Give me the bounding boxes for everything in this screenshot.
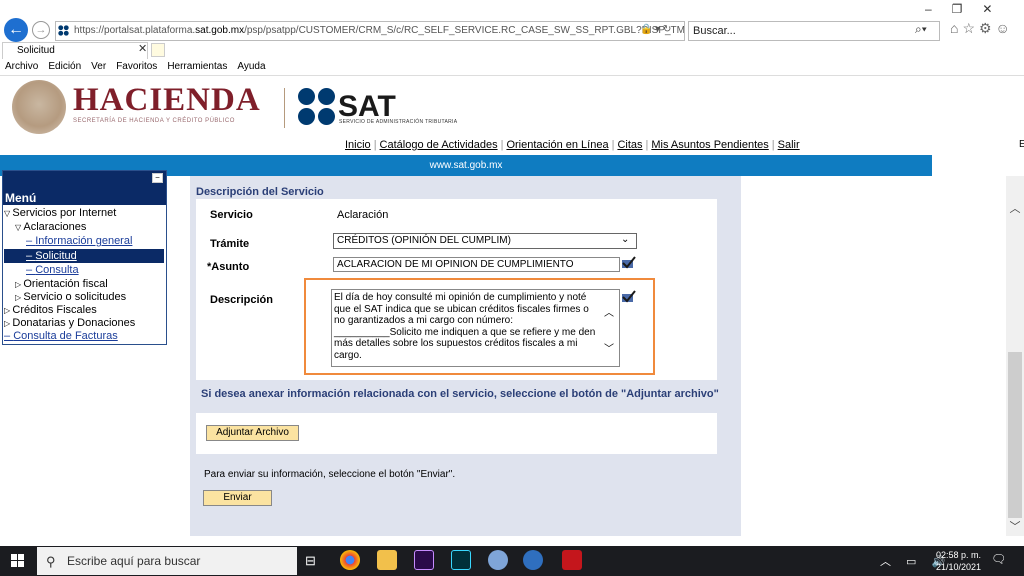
hacienda-subtitle: SECRETARÍA DE HACIENDA Y CRÉDITO PÚBLICO (73, 118, 235, 124)
spellcheck-icon[interactable] (620, 290, 636, 304)
sidebar-item-creditos[interactable]: ▷ Créditos Fiscales (4, 304, 97, 317)
home-star-gear-icons[interactable]: ⌂☆⚙☺ (950, 20, 1014, 37)
collapse-icon[interactable]: − (152, 173, 163, 183)
address-bar[interactable]: https://portalsat.plataforma.sat.gob.mx/… (55, 21, 685, 41)
menu-herramientas[interactable]: Herramientas (162, 59, 232, 75)
sat-logo-icon (298, 88, 336, 126)
task-view-icon[interactable]: ⊟ (305, 553, 316, 569)
descripcion-label: Descripción (210, 294, 273, 306)
enviar-button[interactable]: Enviar (203, 490, 272, 506)
menu-favoritos[interactable]: Favoritos (111, 59, 162, 75)
sidebar-item-solicitud[interactable]: – Solicitud (26, 250, 77, 263)
sidebar-item-servicios[interactable]: ▽ Servicios por Internet (4, 207, 116, 220)
search-icon: ⚲ (46, 554, 56, 569)
descripcion-textarea[interactable]: El día de hoy consulté mi opinión de cum… (331, 289, 620, 367)
nav-catalogo[interactable]: Catálogo de Actividades (380, 139, 498, 151)
browser-menubar: Archivo Edición Ver Favoritos Herramientas Ay… (0, 59, 1024, 76)
window-controls[interactable]: –❐✕ (925, 2, 1013, 16)
refresh-icon[interactable]: 🔒 ▾ ↻ (640, 24, 671, 35)
menu-ayuda[interactable]: Ayuda (232, 59, 270, 75)
taskbar-search-input[interactable]: Escribe aquí para buscar (37, 547, 297, 575)
acrobat-icon[interactable] (562, 550, 582, 570)
premiere-icon[interactable] (414, 550, 434, 570)
menu-archivo[interactable]: Archivo (0, 59, 43, 75)
menu-edicion[interactable]: Edición (43, 59, 86, 75)
mexico-seal-logo (12, 80, 66, 134)
section-title: Descripción del Servicio (196, 186, 324, 198)
file-explorer-icon[interactable] (377, 550, 397, 570)
sidebar-item-donatarias[interactable]: ▷ Donatarias y Donaciones (4, 317, 135, 330)
nav-inicio[interactable]: Inicio (345, 139, 371, 151)
scroll-down-icon[interactable]: ﹀ (1006, 518, 1024, 534)
tramite-select[interactable]: CRÉDITOS (OPINIÓN DEL CUMPLIM) (333, 233, 637, 249)
enviar-instructions: Para enviar su información, seleccione e… (204, 469, 456, 480)
tramite-label: Trámite (210, 238, 250, 250)
hacienda-logo-text: HACIENDA (73, 82, 261, 118)
spellcheck-icon[interactable] (620, 256, 636, 270)
chevron-down-icon[interactable]: ⌄ (621, 234, 629, 245)
chrome-icon[interactable] (340, 550, 360, 570)
nav-citas[interactable]: Citas (617, 139, 642, 151)
anexar-instructions: Si desea anexar información relacionada … (201, 388, 719, 400)
sidebar-item-facturas[interactable]: – Consulta de Facturas (4, 330, 118, 343)
browser-tab[interactable]: Solicitud (2, 42, 148, 59)
audition-icon[interactable] (451, 550, 471, 570)
tab-close-icon[interactable]: ✕ (138, 42, 147, 55)
sidebar-item-informacion[interactable]: – Información general (26, 235, 132, 248)
scroll-up-icon[interactable]: ︿ (1006, 200, 1024, 216)
sidebar-header (3, 171, 166, 191)
windows-start-icon[interactable] (11, 554, 25, 568)
notification-icon[interactable]: 🗨 (991, 552, 1006, 566)
textarea-scroll-up-icon[interactable]: ︿ (604, 304, 614, 319)
sidebar-title: Menú (3, 191, 166, 205)
forward-button-icon[interactable]: → (32, 21, 50, 39)
sidebar-item-aclaraciones[interactable]: ▽ Aclaraciones (15, 221, 86, 234)
menu-ver[interactable]: Ver (86, 59, 111, 75)
nav-orientacion[interactable]: Orientación en Línea (506, 139, 608, 151)
site-favicon-icon (58, 25, 69, 36)
new-tab-button[interactable] (151, 43, 165, 57)
servicio-value: Aclaración (337, 209, 389, 221)
sidebar-item-consulta[interactable]: – Consulta (26, 264, 79, 277)
back-button-icon[interactable]: ← (4, 18, 28, 42)
scrollbar-thumb[interactable] (1008, 352, 1022, 518)
taskbar-clock[interactable]: 02:58 p. m. 21/10/2021 (936, 549, 981, 573)
adjuntar-archivo-button[interactable]: Adjuntar Archivo (206, 425, 299, 441)
internet-explorer-icon[interactable] (523, 550, 543, 570)
servicio-label: Servicio (210, 209, 253, 221)
nav-mis-asuntos[interactable]: Mis Asuntos Pendientes (651, 139, 768, 151)
search-icon[interactable]: ⌕▾ (915, 22, 927, 37)
sat-subtitle: SERVICIO DE ADMINISTRACIÓN TRIBUTARIA (339, 119, 458, 125)
edge-letter: E (1019, 139, 1024, 150)
asunto-input[interactable]: ACLARACION DE MI OPINION DE CUMPLIMIENTO (333, 257, 620, 272)
nav-salir[interactable]: Salir (778, 139, 800, 151)
top-navigation: Inicio | Catálogo de Actividades | Orientaci… (345, 139, 800, 151)
sidebar-item-orientacion[interactable]: ▷ Orientación fiscal (15, 278, 108, 291)
paint-icon[interactable] (488, 550, 508, 570)
textarea-scroll-down-icon[interactable]: ﹀ (604, 340, 614, 355)
sidebar-item-servicio-solicitudes[interactable]: ▷ Servicio o solicitudes (15, 291, 126, 304)
logo-divider (284, 88, 285, 128)
browser-search-input[interactable]: Buscar... (688, 21, 940, 41)
asunto-label: *Asunto (207, 261, 250, 273)
